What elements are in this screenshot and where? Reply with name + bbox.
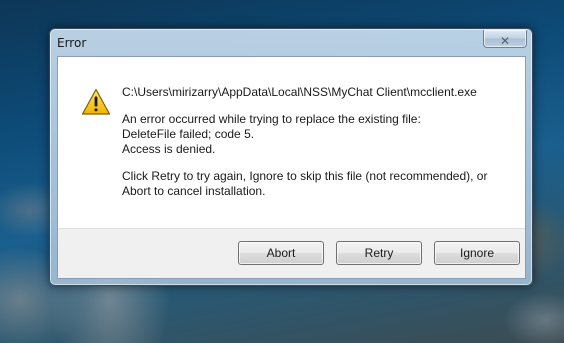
instruction-line: Click Retry to try again, Ignore to skip… — [122, 169, 488, 183]
button-bar: Abort Retry Ignore — [58, 228, 525, 278]
warning-icon — [81, 88, 111, 115]
error-line: An error occurred while trying to replac… — [122, 112, 421, 126]
window-title: Error — [57, 36, 87, 50]
retry-button[interactable]: Retry — [336, 241, 422, 265]
dialog-client-area: C:\Users\mirizarry\AppData\Local\NSS\MyC… — [57, 56, 526, 279]
close-button[interactable]: ✕ — [483, 30, 527, 48]
message-area: C:\Users\mirizarry\AppData\Local\NSS\MyC… — [58, 57, 525, 231]
error-line: Access is denied. — [122, 142, 216, 156]
instruction-line: Abort to cancel installation. — [122, 184, 266, 198]
close-icon: ✕ — [499, 34, 511, 48]
title-bar[interactable]: Error ✕ — [50, 29, 532, 57]
error-line: DeleteFile failed; code 5. — [122, 127, 255, 141]
file-path-text: C:\Users\mirizarry\AppData\Local\NSS\MyC… — [122, 85, 477, 99]
abort-button[interactable]: Abort — [238, 241, 324, 265]
error-dialog: Error ✕ C:\Users\mirizarry\AppData\Local… — [49, 28, 533, 286]
error-message: C:\Users\mirizarry\AppData\Local\NSS\MyC… — [122, 85, 517, 199]
ignore-button[interactable]: Ignore — [434, 241, 520, 265]
